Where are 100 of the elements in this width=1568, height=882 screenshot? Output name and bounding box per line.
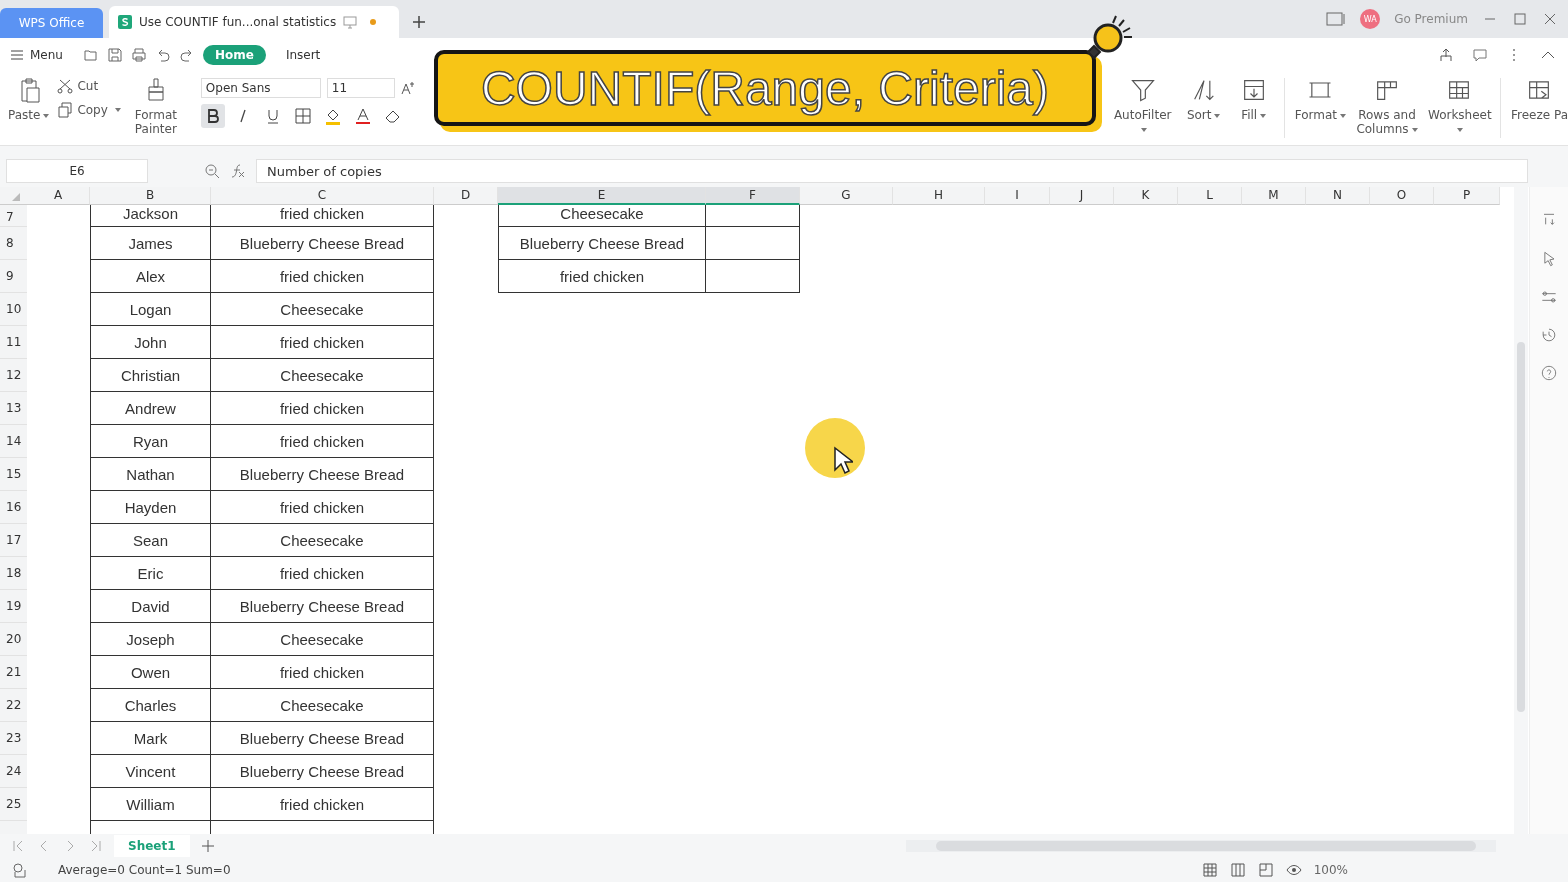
table-cell: Blueberry Cheese Bread (498, 227, 706, 260)
open-icon[interactable] (82, 47, 99, 63)
table-cell: Ryan (90, 425, 211, 458)
formula-field[interactable]: Number of copies (256, 159, 1528, 183)
column-header[interactable]: K (1114, 187, 1178, 205)
font-size-field[interactable]: 11 (326, 78, 395, 98)
row-header[interactable]: 25 (0, 788, 27, 821)
row-header[interactable]: 17 (0, 524, 27, 557)
ribbon-button[interactable]: Sort (1183, 72, 1224, 138)
table-cell: Cheesecake (211, 293, 434, 326)
table-cell: Eric (90, 557, 211, 590)
page-break-icon[interactable] (1257, 862, 1274, 878)
format-painter-button[interactable]: Format Painter (128, 72, 183, 136)
row-header[interactable]: 11 (0, 326, 27, 359)
table-cell: fried chicken (211, 392, 434, 425)
save-icon[interactable] (106, 47, 123, 63)
column-header[interactable]: F (706, 187, 800, 205)
row-header[interactable]: 23 (0, 722, 27, 755)
copy-button[interactable]: Copy (57, 102, 121, 118)
table-cell: Blueberry Cheese Bread (211, 227, 434, 260)
table-cell: fried chicken (211, 205, 434, 227)
column-header[interactable]: P (1434, 187, 1500, 205)
table-cell: David (90, 590, 211, 623)
column-header[interactable]: L (1178, 187, 1242, 205)
bold-icon[interactable] (200, 104, 225, 128)
macro-icon[interactable] (12, 862, 28, 878)
table-cell: fried chicken (211, 788, 434, 821)
column-header[interactable]: D (434, 187, 498, 205)
document-tab[interactable]: Use COUNTIF fun...onal statistics (109, 6, 399, 38)
ribbon-button[interactable]: Worksheet (1428, 72, 1490, 138)
column-header[interactable]: O (1370, 187, 1434, 205)
ribbon-button[interactable]: Format (1294, 72, 1346, 138)
cursor-highlight (805, 418, 865, 478)
maximize-icon[interactable] (1512, 11, 1528, 27)
cut-button[interactable]: Cut (57, 78, 121, 94)
table-cell: Cheesecake (498, 205, 706, 227)
caret-icon (1457, 127, 1464, 132)
column-header[interactable]: B (90, 187, 211, 205)
status-summary: Average=0 Count=1 Sum=0 (58, 863, 231, 877)
caret-icon (114, 108, 121, 112)
row-header[interactable]: 24 (0, 755, 27, 788)
row-header[interactable]: 14 (0, 425, 27, 458)
spreadsheet-icon (117, 14, 133, 30)
row-header[interactable]: 21 (0, 656, 27, 689)
copy-icon (57, 102, 74, 118)
row-header[interactable]: 19 (0, 590, 27, 623)
close-icon[interactable] (1542, 11, 1558, 27)
table-cell: fried chicken (211, 656, 434, 689)
column-header[interactable]: J (1050, 187, 1114, 205)
table-cell: Blueberry Cheese Bread (211, 755, 434, 788)
column-header[interactable]: G (800, 187, 893, 205)
ribbon-button[interactable]: Rows and Columns (1356, 72, 1418, 138)
column-header[interactable]: I (985, 187, 1050, 205)
share-icon[interactable] (1438, 47, 1454, 63)
row-header[interactable]: 15 (0, 458, 27, 491)
row-header[interactable]: 8 (0, 227, 27, 260)
table-cell: Blueberry Cheese Bread (211, 458, 434, 491)
normal-view-icon[interactable] (1201, 862, 1218, 878)
row-header[interactable]: 9 (0, 260, 27, 293)
row-header[interactable]: 20 (0, 623, 27, 656)
row-header[interactable]: 10 (0, 293, 27, 326)
table-cell: Joseph (90, 623, 211, 656)
zoom-icon[interactable] (204, 163, 220, 179)
zoom-level[interactable]: 100% (1313, 863, 1348, 877)
column-header[interactable]: A (27, 187, 90, 205)
menu-button[interactable]: Menu (10, 48, 63, 62)
ribbon-button[interactable]: Freeze Pa (1511, 72, 1568, 138)
add-sheet-icon[interactable] (199, 838, 216, 854)
column-header[interactable]: E (498, 187, 706, 205)
eye-icon[interactable] (1285, 862, 1302, 878)
ribbon-tab[interactable]: Insert (273, 45, 333, 65)
caret-icon (1141, 127, 1148, 132)
scrollbar-thumb[interactable] (935, 841, 1476, 851)
paste-button[interactable]: Paste (8, 72, 50, 122)
table-cell: fried chicken (211, 326, 434, 359)
function-icon[interactable] (230, 163, 246, 179)
window-layout-icon[interactable] (1326, 11, 1347, 27)
table-cell: William (90, 788, 211, 821)
column-header[interactable]: C (211, 187, 434, 205)
row-header[interactable]: 12 (0, 359, 27, 392)
ribbon-button[interactable]: AutoFilter (1111, 72, 1174, 138)
row-header[interactable]: 22 (0, 689, 27, 722)
row-header[interactable]: 18 (0, 557, 27, 590)
table-cell: Sean (90, 524, 211, 557)
row-header[interactable]: 16 (0, 491, 27, 524)
column-header[interactable]: H (893, 187, 985, 205)
new-tab-icon[interactable] (411, 14, 427, 30)
comment-icon[interactable] (1472, 47, 1488, 63)
ribbon-button[interactable]: Fill (1233, 72, 1274, 138)
name-box[interactable]: E6 (6, 159, 148, 183)
row-header[interactable]: 13 (0, 392, 27, 425)
row-header[interactable]: 7 (0, 205, 27, 227)
column-header[interactable]: N (1306, 187, 1370, 205)
column-header[interactable]: M (1242, 187, 1306, 205)
table-cell: Cheesecake (211, 623, 434, 656)
grow-font-icon[interactable] (400, 80, 417, 96)
font-name-field[interactable]: Open Sans (200, 78, 321, 98)
print-icon[interactable] (130, 47, 147, 63)
page-view-icon[interactable] (1229, 862, 1246, 878)
scrollbar-thumb[interactable] (1517, 342, 1525, 712)
